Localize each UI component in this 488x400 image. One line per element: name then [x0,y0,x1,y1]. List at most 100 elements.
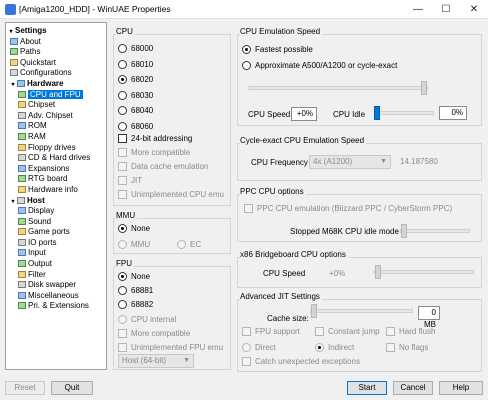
tree-item-game-ports[interactable]: Game ports [6,227,106,238]
tree-item-output[interactable]: Output [6,259,106,270]
x86-speed-slider[interactable] [374,265,474,279]
fastest-radio[interactable]: Fastest possible [242,45,313,54]
mmu-radio[interactable]: MMU [118,240,150,249]
slider-thumb[interactable] [311,304,317,318]
catch-exceptions-checkbox[interactable]: Catch unexpected exceptions [242,357,360,366]
cpu-idle-value: 0% [439,106,467,120]
tree-item-sound[interactable]: Sound [6,217,106,228]
constant-jump-checkbox[interactable]: Constant jump [315,327,380,336]
fpu-more-compatible-checkbox[interactable]: More compatible [118,329,190,338]
tree-item-label: IO ports [28,237,57,247]
indirect-radio[interactable]: Indirect [315,343,354,352]
fpu-68881-radio[interactable]: 68881 [118,286,153,295]
tree-item-hardware-info[interactable]: Hardware info [6,185,106,196]
quit-button[interactable]: Quit [51,381,93,395]
data-cache-checkbox[interactable]: Data cache emulation [118,162,208,171]
cpu-idle-slider[interactable] [374,106,434,120]
cpu-frequency-label: CPU Frequency [251,158,308,167]
cpu-68000-radio[interactable]: 68000 [118,44,153,53]
tree-item-disk-swapper[interactable]: Disk swapper [6,280,106,291]
x86-speed-label: CPU Speed [263,269,306,278]
tree-item-ram[interactable]: RAM [6,132,106,143]
fpu-none-radio[interactable]: None [118,272,150,281]
tree-item-io-ports[interactable]: IO ports [6,238,106,249]
tree-node-icon [18,238,26,246]
mmu-none-radio[interactable]: None [118,224,150,233]
tree-node-icon [18,143,26,151]
no-flags-checkbox[interactable]: No flags [386,343,428,352]
tree-item-filter[interactable]: Filter [6,270,106,281]
fpu-cpu-internal-radio[interactable]: CPU internal [118,315,176,324]
tree-node-icon [18,270,26,278]
cache-size-slider[interactable] [310,304,413,318]
tree-node-icon [17,79,25,87]
tree-item-quickstart[interactable]: Quickstart [6,58,106,69]
jit-checkbox[interactable]: JIT [118,176,142,185]
tree-item-rtg-board[interactable]: RTG board [6,174,106,185]
tree-node-icon [10,48,18,56]
reset-button[interactable]: Reset [5,381,45,395]
tree-item-configurations[interactable]: Configurations [6,68,106,79]
ppc-group-title: PPC CPU options [240,187,306,196]
fpu-mode-select[interactable]: Host (64-bit) ▼ [118,354,194,368]
help-button[interactable]: Help [439,381,483,395]
hard-flush-checkbox[interactable]: Hard flush [386,327,435,336]
cpu-more-compatible-checkbox[interactable]: More compatible [118,148,190,157]
cpu-68020-radio[interactable]: 68020 [118,75,153,84]
cpu-unimplemented-checkbox[interactable]: Unimplemented CPU emu [118,190,224,199]
fpu-support-checkbox[interactable]: FPU support [242,327,300,336]
ppc-idle-slider[interactable] [400,224,470,238]
cpu-68010-radio[interactable]: 68010 [118,59,153,69]
cache-size-value: 0 MB [418,306,440,329]
tree-node-icon [18,90,26,98]
ppc-emulation-checkbox[interactable]: PPC CPU emulation (Blizzard PPC / CyberS… [244,204,452,213]
slider-thumb[interactable] [401,224,407,238]
cpu-68060-radio[interactable]: 68060 [118,121,153,131]
maximize-button[interactable]: ☐ [432,0,460,19]
addr24-checkbox[interactable]: 24-bit addressing [118,134,192,143]
checkbox-box [244,204,253,213]
speed-top-slider[interactable] [248,81,428,95]
cpu-68030-radio[interactable]: 68030 [118,90,153,100]
settings-tree[interactable]: ▾ Settings About Paths Quickstart Configurati… [5,22,107,370]
tree-item-host[interactable]: ▾ Host [6,196,106,207]
fpu-68882-radio[interactable]: 68882 [118,300,153,309]
tree-item-input[interactable]: Input [6,248,106,259]
tree-item-miscellaneous[interactable]: Miscellaneous [6,291,106,302]
tree-item-about[interactable]: About [6,37,106,48]
direct-radio[interactable]: Direct [242,343,276,352]
checkbox-box [118,329,127,338]
tree-item-label: Chipset [28,100,56,110]
fpu-unimplemented-checkbox[interactable]: Unimplemented FPU emu [118,343,223,352]
tree-item-pri-extensions[interactable]: Pri. & Extensions [6,301,106,312]
tree-item-rom[interactable]: ROM [6,121,106,132]
tree-item-cd-hard-drives[interactable]: CD & Hard drives [6,153,106,164]
slider-thumb[interactable] [374,106,380,120]
tree-node-icon [18,111,26,119]
tree-item-paths[interactable]: Paths [6,47,106,58]
radio-dot [118,224,127,233]
start-button[interactable]: Start [347,381,387,395]
tree-item-hardware[interactable]: ▾ Hardware [6,79,106,90]
minimize-button[interactable]: — [404,0,432,19]
close-button[interactable]: ✕ [460,0,488,19]
tree-item-cpu-and-fpu[interactable]: CPU and FPU [6,89,106,101]
tree-item-settings[interactable]: ▾ Settings [6,26,106,37]
slider-thumb[interactable] [421,81,427,95]
tree-item-floppy-drives[interactable]: Floppy drives [6,143,106,154]
cancel-button[interactable]: Cancel [393,381,433,395]
tree-node-icon [18,217,26,225]
mmu-ec-radio[interactable]: EC [177,240,201,249]
tree-item-label: RTG board [28,174,68,184]
tree-item-adv-chipset[interactable]: Adv. Chipset [6,111,106,122]
tree-item-display[interactable]: Display [6,206,106,217]
approximate-radio[interactable]: Approximate A500/A1200 or cycle-exact [242,61,397,70]
tree-item-expansions[interactable]: Expansions [6,164,106,175]
cpu-68040-radio[interactable]: 68040 [118,106,153,115]
cpu-frequency-select[interactable]: 4x (A1200) ▼ [309,155,391,169]
checkbox-box [118,190,127,199]
tree-item-chipset[interactable]: Chipset [6,100,106,111]
radio-dot [242,343,251,352]
slider-thumb[interactable] [375,265,381,279]
radio-dot [118,240,127,249]
